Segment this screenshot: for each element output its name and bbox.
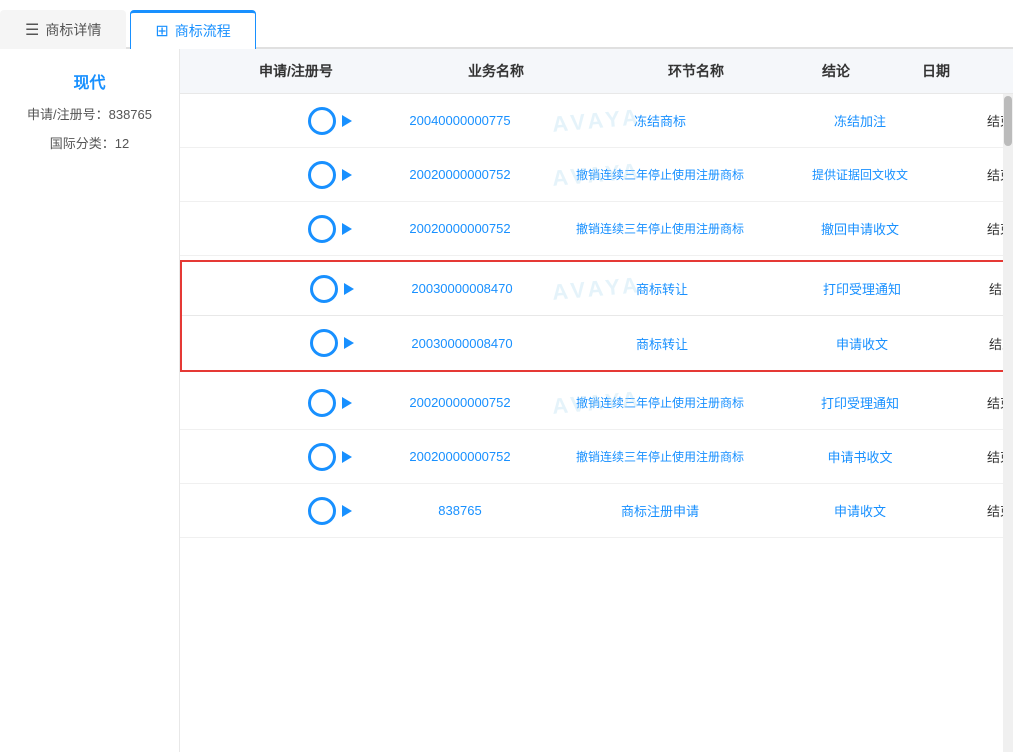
- cell-biz-name: 撤销连续三年停止使用注册商标: [560, 448, 760, 465]
- timeline-circle: [310, 275, 338, 303]
- table-row: AVAYA 20020000000752 撤销连续三年停止使用注册商标 提供证据…: [180, 148, 1013, 202]
- detail-icon: ☰: [25, 20, 39, 40]
- cell-step-name: 申请收文: [762, 334, 962, 353]
- timeline-col: [180, 497, 360, 525]
- timeline-circle: [308, 443, 336, 471]
- timeline-circle: [308, 215, 336, 243]
- timeline-circle: [308, 161, 336, 189]
- highlighted-group: AVAYA 20030000008470 商标转让 打印受理通知 结束 2003…: [180, 260, 1013, 372]
- arrow-icon: [342, 223, 352, 235]
- table-row: 838765 商标注册申请 申请收文 结束 1994年05月24日: [180, 484, 1013, 538]
- timeline-circle: [310, 329, 338, 357]
- row-data: 20020000000752 撤销连续三年停止使用注册商标 打印受理通知 结束 …: [360, 383, 1013, 422]
- arrow-icon: [344, 337, 354, 349]
- cell-app-no[interactable]: 20030000008470: [362, 336, 562, 351]
- cell-app-no[interactable]: 20020000000752: [360, 395, 560, 410]
- table-row-highlighted: 20030000008470 商标转让 申请收文 结束 2003年03月19日: [182, 316, 1011, 370]
- app-container: ☰ 商标详情 ⊞ 商标流程 现代 申请/注册号：838765 国际分类：12 申…: [0, 0, 1013, 752]
- timeline-col: [180, 161, 360, 189]
- timeline-col: [180, 215, 360, 243]
- col-biz-name: 业务名称: [396, 61, 596, 81]
- table-row: AVAYA 20020000000752 撤销连续三年停止使用注册商标 打印受理…: [180, 376, 1013, 430]
- cell-biz-name: 撤销连续三年停止使用注册商标: [560, 220, 760, 237]
- table-row: 20020000000752 撤销连续三年停止使用注册商标 撤回申请收文 结束 …: [180, 202, 1013, 256]
- col-date: 日期: [876, 61, 996, 81]
- arrow-icon: [342, 451, 352, 463]
- col-app-no: 申请/注册号: [196, 61, 396, 81]
- cell-step-name: 申请收文: [760, 501, 960, 520]
- tab-trademark-detail[interactable]: ☰ 商标详情: [0, 10, 126, 49]
- cell-biz-name: 商标注册申请: [560, 501, 760, 520]
- sidebar: 现代 申请/注册号：838765 国际分类：12: [0, 49, 180, 752]
- cell-biz-name: 冻结商标: [560, 111, 760, 130]
- cell-app-no[interactable]: 20040000000775: [360, 113, 560, 128]
- cell-biz-name: 撤销连续三年停止使用注册商标: [560, 166, 760, 183]
- cell-app-no[interactable]: 838765: [360, 503, 560, 518]
- table-row: 20020000000752 撤销连续三年停止使用注册商标 申请书收文 结束 2…: [180, 430, 1013, 484]
- scrollbar-thumb[interactable]: [1004, 96, 1012, 146]
- timeline-col: [182, 275, 362, 303]
- col-conclusion: 结论: [796, 61, 876, 81]
- table-body[interactable]: AVAYA 20040000000775 冻结商标 冻结加注 结束 2004年0…: [180, 94, 1013, 752]
- timeline-col: [182, 329, 362, 357]
- tab-detail-label: 商标详情: [45, 20, 101, 40]
- row-data: 20020000000752 撤销连续三年停止使用注册商标 撤回申请收文 结束 …: [360, 209, 1013, 248]
- cell-step-name: 提供证据回文收文: [760, 166, 960, 183]
- app-no-info: 申请/注册号：838765: [27, 103, 152, 126]
- timeline-circle: [308, 107, 336, 135]
- row-data: 838765 商标注册申请 申请收文 结束 1994年05月24日: [360, 491, 1013, 530]
- cell-app-no[interactable]: 20020000000752: [360, 221, 560, 236]
- row-data: 20020000000752 撤销连续三年停止使用注册商标 申请书收文 结束 2…: [360, 437, 1013, 476]
- row-data: 20030000008470 商标转让 申请收文 结束 2003年03月19日: [362, 324, 1011, 363]
- table-row: AVAYA 20040000000775 冻结商标 冻结加注 结束 2004年0…: [180, 94, 1013, 148]
- row-data: 20040000000775 冻结商标 冻结加注 结束 2004年02月27日: [360, 101, 1013, 140]
- table-header: 申请/注册号 业务名称 环节名称 结论 日期: [180, 49, 1013, 94]
- tab-bar: ☰ 商标详情 ⊞ 商标流程: [0, 0, 1013, 49]
- cell-biz-name: 商标转让: [562, 334, 762, 353]
- cell-step-name: 打印受理通知: [762, 279, 962, 298]
- timeline-col: [180, 389, 360, 417]
- cell-biz-name: 撤销连续三年停止使用注册商标: [560, 394, 760, 411]
- arrow-icon: [342, 115, 352, 127]
- flow-icon: ⊞: [155, 21, 168, 41]
- cell-app-no[interactable]: 20030000008470: [362, 281, 562, 296]
- table-area: 申请/注册号 业务名称 环节名称 结论 日期 AVAYA 20040000000…: [180, 49, 1013, 752]
- brand-name: 现代: [73, 69, 105, 93]
- timeline-col: [180, 443, 360, 471]
- table-row-highlighted: AVAYA 20030000008470 商标转让 打印受理通知 结束 2003…: [182, 262, 1011, 316]
- cell-step-name: 申请书收文: [760, 447, 960, 466]
- arrow-icon: [344, 283, 354, 295]
- arrow-icon: [342, 505, 352, 517]
- timeline-circle: [308, 389, 336, 417]
- scrollbar-track[interactable]: [1003, 94, 1013, 752]
- cell-biz-name: 商标转让: [562, 279, 762, 298]
- cell-step-name: 打印受理通知: [760, 393, 960, 412]
- main-content: 现代 申请/注册号：838765 国际分类：12 申请/注册号 业务名称 环节名…: [0, 49, 1013, 752]
- col-step-name: 环节名称: [596, 61, 796, 81]
- tab-flow-label: 商标流程: [175, 21, 231, 41]
- timeline-circle: [308, 497, 336, 525]
- arrow-icon: [342, 169, 352, 181]
- timeline-col: [180, 107, 360, 135]
- tab-trademark-flow[interactable]: ⊞ 商标流程: [130, 10, 255, 49]
- cell-step-name: 冻结加注: [760, 111, 960, 130]
- cell-step-name: 撤回申请收文: [760, 219, 960, 238]
- arrow-icon: [342, 397, 352, 409]
- intl-class-info: 国际分类：12: [50, 132, 129, 155]
- cell-app-no[interactable]: 20020000000752: [360, 167, 560, 182]
- row-data: 20030000008470 商标转让 打印受理通知 结束 2003年04月22…: [362, 269, 1011, 308]
- row-data: 20020000000752 撤销连续三年停止使用注册商标 提供证据回文收文 结…: [360, 155, 1013, 194]
- cell-app-no[interactable]: 20020000000752: [360, 449, 560, 464]
